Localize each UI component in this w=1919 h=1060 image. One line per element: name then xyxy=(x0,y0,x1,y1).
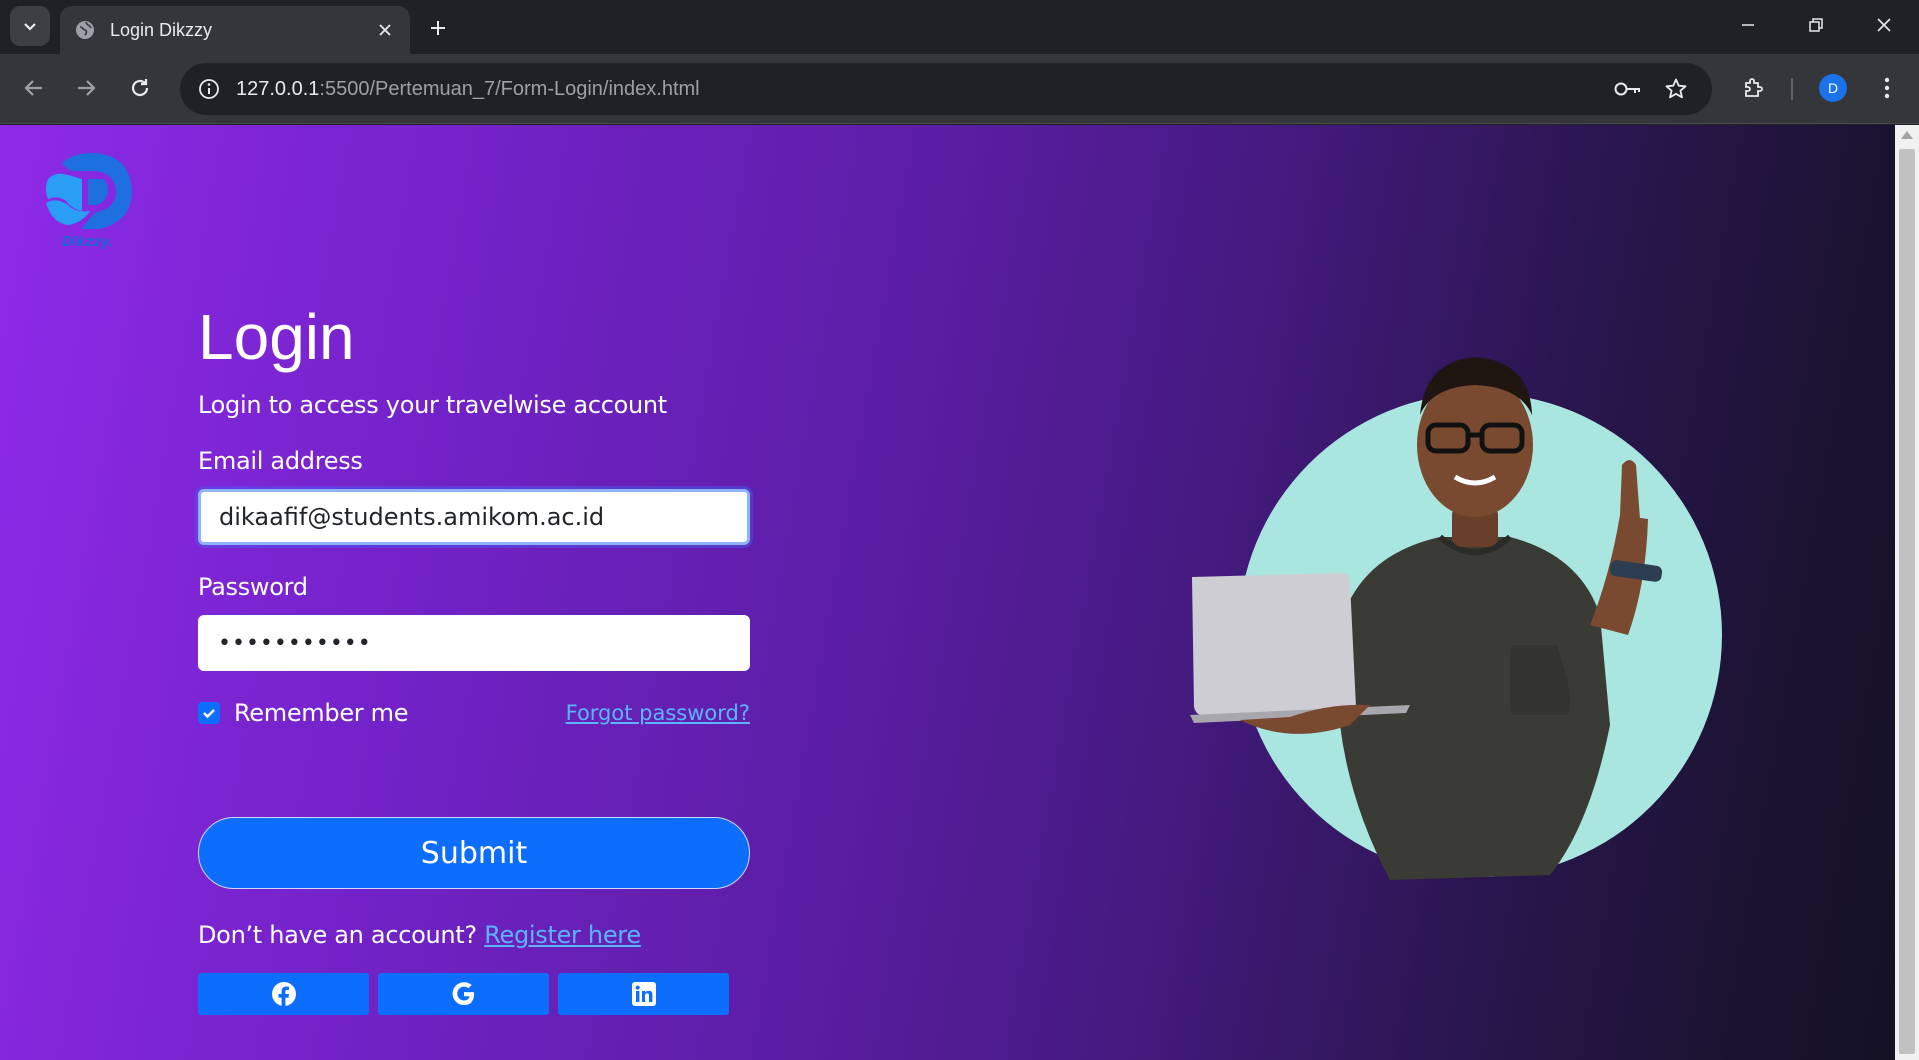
close-window-button[interactable] xyxy=(1850,0,1918,50)
forgot-password-link[interactable]: Forgot password? xyxy=(566,701,750,725)
tab-search-button[interactable] xyxy=(10,6,50,46)
plus-icon xyxy=(431,21,445,35)
minimize-button[interactable] xyxy=(1714,0,1782,50)
no-account-text: Don’t have an account? xyxy=(198,921,485,949)
facebook-login-button[interactable] xyxy=(198,973,369,1015)
reload-icon xyxy=(131,79,149,97)
restore-button[interactable] xyxy=(1782,0,1850,50)
email-value: dikaafif@students.amikom.ac.id xyxy=(219,503,605,531)
toolbar-divider xyxy=(1791,78,1793,100)
check-icon xyxy=(203,709,215,719)
brand-logo[interactable]: Dikzzy. xyxy=(42,149,142,259)
password-label: Password xyxy=(198,573,308,601)
globe-icon xyxy=(76,21,94,39)
url-text: 127.0.0.1:5500/Pertemuan_7/Form-Login/in… xyxy=(236,78,700,101)
dikzzy-logo-icon xyxy=(46,153,132,229)
reload-button[interactable] xyxy=(120,68,160,108)
new-tab-button[interactable] xyxy=(420,10,456,46)
email-label: Email address xyxy=(198,447,363,475)
page-subtitle: Login to access your travelwise account xyxy=(198,391,667,419)
minimize-icon xyxy=(1742,24,1754,26)
page-scrollbar[interactable] xyxy=(1895,125,1919,1060)
facebook-icon xyxy=(271,982,296,1007)
linkedin-login-button[interactable] xyxy=(558,973,729,1015)
arrow-right-icon xyxy=(78,80,96,96)
scroll-up-arrow-icon[interactable] xyxy=(1901,131,1913,139)
chevron-down-icon xyxy=(24,23,36,31)
password-value: ••••••••••• xyxy=(218,630,372,656)
browser-toolbar: 127.0.0.1:5500/Pertemuan_7/Form-Login/in… xyxy=(0,54,1919,124)
menu-button[interactable] xyxy=(1867,68,1907,108)
bookmark-star-icon[interactable] xyxy=(1656,69,1696,109)
browser-tab-bar: Login Dikzzy xyxy=(0,0,1919,54)
remember-me-label[interactable]: Remember me xyxy=(234,699,409,727)
page-title: Login xyxy=(198,301,355,373)
social-login-buttons xyxy=(198,973,750,1015)
tab-close-icon[interactable] xyxy=(374,19,396,41)
puzzle-icon xyxy=(1745,78,1763,97)
tab-title: Login Dikzzy xyxy=(110,19,213,40)
laptop-shape xyxy=(1192,573,1356,715)
email-field[interactable]: dikaafif@students.amikom.ac.id xyxy=(198,489,750,545)
more-vertical-icon xyxy=(1884,77,1890,99)
url-host: 127.0.0.1 xyxy=(236,77,320,100)
extensions-button[interactable] xyxy=(1734,68,1774,108)
url-path: :5500/Pertemuan_7/Form-Login/index.html xyxy=(319,77,700,100)
remember-me-checkbox[interactable] xyxy=(198,702,220,724)
restore-icon xyxy=(1809,18,1823,32)
logo-wordmark: Dikzzy. xyxy=(62,235,114,250)
arrow-left-icon xyxy=(24,80,42,96)
profile-button[interactable]: D xyxy=(1813,68,1853,108)
google-login-button[interactable] xyxy=(378,973,549,1015)
address-bar[interactable]: 127.0.0.1:5500/Pertemuan_7/Form-Login/in… xyxy=(180,63,1712,115)
forward-button[interactable] xyxy=(66,68,106,108)
profile-avatar: D xyxy=(1819,74,1847,102)
submit-button[interactable]: Submit xyxy=(198,817,750,889)
close-icon xyxy=(1877,18,1891,32)
remember-row: Remember me Forgot password? xyxy=(198,699,750,727)
back-button[interactable] xyxy=(14,68,54,108)
linkedin-icon xyxy=(631,982,656,1006)
password-field[interactable]: ••••••••••• xyxy=(198,615,750,671)
google-icon xyxy=(452,982,474,1005)
register-prompt: Don’t have an account? Register here xyxy=(198,921,750,949)
browser-tab[interactable]: Login Dikzzy xyxy=(60,6,410,54)
scrollbar-thumb[interactable] xyxy=(1899,149,1915,1054)
page-viewport: Dikzzy. Login Login to access your trave… xyxy=(0,125,1895,1060)
hero-illustration xyxy=(1190,357,1722,880)
register-link[interactable]: Register here xyxy=(484,921,641,949)
site-info-icon[interactable] xyxy=(194,74,224,104)
login-form: Login Login to access your travelwise ac… xyxy=(198,295,750,1015)
remember-me: Remember me xyxy=(198,699,409,727)
password-key-icon[interactable] xyxy=(1608,69,1648,109)
